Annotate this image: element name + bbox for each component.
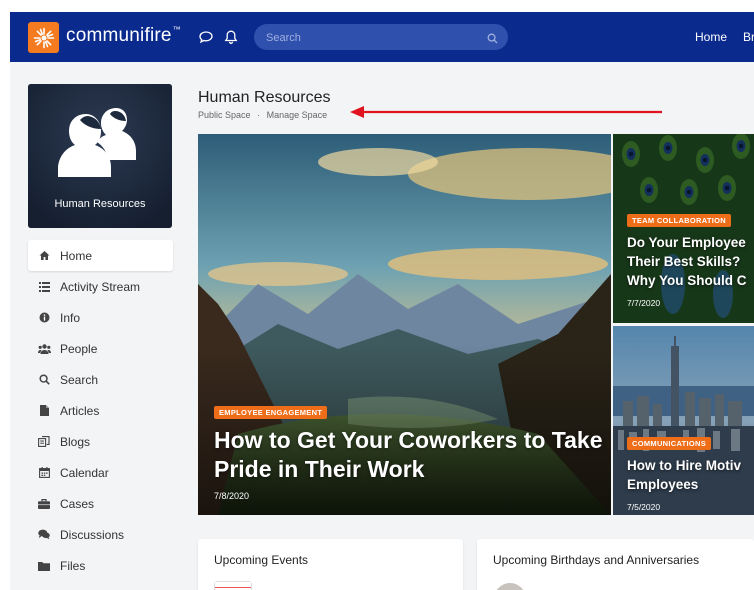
panel-heading: Upcoming Birthdays and Anniversaries [493, 553, 700, 567]
briefcase-icon [37, 498, 51, 509]
sidebar-item-label: Blogs [60, 434, 91, 449]
manage-space-link[interactable]: Manage Space [267, 110, 328, 120]
category-badge[interactable]: EMPLOYEE ENGAGEMENT [214, 406, 328, 419]
birthdays-anniversaries-panel: Upcoming Birthdays and Anniversaries [477, 539, 754, 590]
public-space-link[interactable]: Public Space [198, 110, 251, 120]
sidebar-item-blogs[interactable]: Blogs [28, 426, 173, 457]
article-title[interactable]: How to Get Your Coworkers to Take Pride … [214, 426, 604, 484]
sidebar-item-label: Search [60, 372, 99, 387]
folder-icon [37, 561, 51, 571]
top-navbar: communifire™ Home Br [10, 12, 754, 62]
sidebar-item-files[interactable]: Files [28, 550, 173, 581]
space-avatar-tile[interactable]: Human Resources [28, 84, 172, 228]
event-date-icon [214, 581, 252, 590]
sidebar-item-label: Files [60, 558, 86, 573]
featured-article-side-2[interactable]: COMMUNICATIONS How to Hire Motiv Employe… [613, 326, 754, 515]
article-date: 7/5/2020 [627, 502, 661, 512]
sidebar-item-label: Calendar [60, 465, 109, 480]
search-icon [37, 374, 51, 385]
sidebar-item-label: Cases [60, 496, 95, 511]
sidebar-item-label: People [60, 341, 98, 356]
article-title[interactable]: How to Hire Motiv Employees [627, 456, 754, 494]
list-icon [37, 281, 51, 292]
breadcrumb: Public Space · Manage Space [198, 110, 331, 120]
upcoming-events-panel: Upcoming Events [198, 539, 463, 590]
sidebar-item-discussions[interactable]: Discussions [28, 519, 173, 550]
article-date: 7/8/2020 [214, 491, 250, 501]
blog-icon [37, 436, 51, 447]
sidebar-item-people[interactable]: People [28, 333, 173, 364]
featured-article-side-1[interactable]: TEAM COLLABORATION Do Your Employee Thei… [613, 134, 754, 323]
space-tile-label: Human Resources [54, 198, 146, 210]
home-icon [37, 250, 51, 261]
app-window: communifire™ Home Br [10, 12, 754, 590]
sidebar-item-cases[interactable]: Cases [28, 488, 173, 519]
info-icon [37, 312, 51, 323]
featured-article-main[interactable]: EMPLOYEE ENGAGEMENT How to Get Your Cowo… [198, 134, 611, 515]
brand-name[interactable]: communifire™ [66, 25, 181, 47]
article-icon [37, 405, 51, 416]
sidebar-item-label: Activity Stream [60, 279, 141, 294]
panel-heading: Upcoming Events [214, 553, 309, 567]
category-badge[interactable]: COMMUNICATIONS [627, 437, 712, 450]
search-icon[interactable] [487, 31, 498, 49]
search-input[interactable] [264, 28, 478, 48]
people-icon [37, 343, 51, 354]
category-badge[interactable]: TEAM COLLABORATION [627, 214, 732, 227]
sidebar-item-calendar[interactable]: Calendar [28, 457, 173, 488]
sidebar-item-label: Info [60, 310, 81, 325]
chat-bubble-icon[interactable] [198, 29, 214, 45]
avatar[interactable] [494, 583, 526, 590]
sidebar-item-label: Home [60, 248, 93, 263]
nav-browse-link[interactable]: Br [743, 30, 754, 44]
sidebar-item-search[interactable]: Search [28, 364, 173, 395]
sidebar-item-info[interactable]: Info [28, 302, 173, 333]
sidebar-item-activity-stream[interactable]: Activity Stream [28, 271, 173, 302]
communifire-logo-icon[interactable] [28, 22, 59, 53]
sidebar-item-home[interactable]: Home [28, 240, 173, 271]
comments-icon [37, 529, 51, 540]
page-title: Human Resources [198, 89, 331, 106]
article-date: 7/7/2020 [627, 298, 661, 308]
annotation-arrow-icon [350, 106, 662, 118]
sidebar-item-label: Articles [60, 403, 100, 418]
article-title[interactable]: Do Your Employee Their Best Skills? Why … [627, 233, 754, 290]
bell-icon[interactable] [223, 29, 239, 45]
space-sidebar-nav: Home Activity Stream Info People Search … [28, 240, 173, 581]
calendar-icon [37, 467, 51, 478]
search-bar[interactable] [254, 24, 508, 50]
breadcrumb-separator: · [257, 110, 261, 120]
sidebar-item-label: Discussions [60, 527, 125, 542]
nav-home-link[interactable]: Home [695, 30, 727, 44]
sidebar-item-articles[interactable]: Articles [28, 395, 173, 426]
peacock-feathers-image [613, 134, 754, 323]
